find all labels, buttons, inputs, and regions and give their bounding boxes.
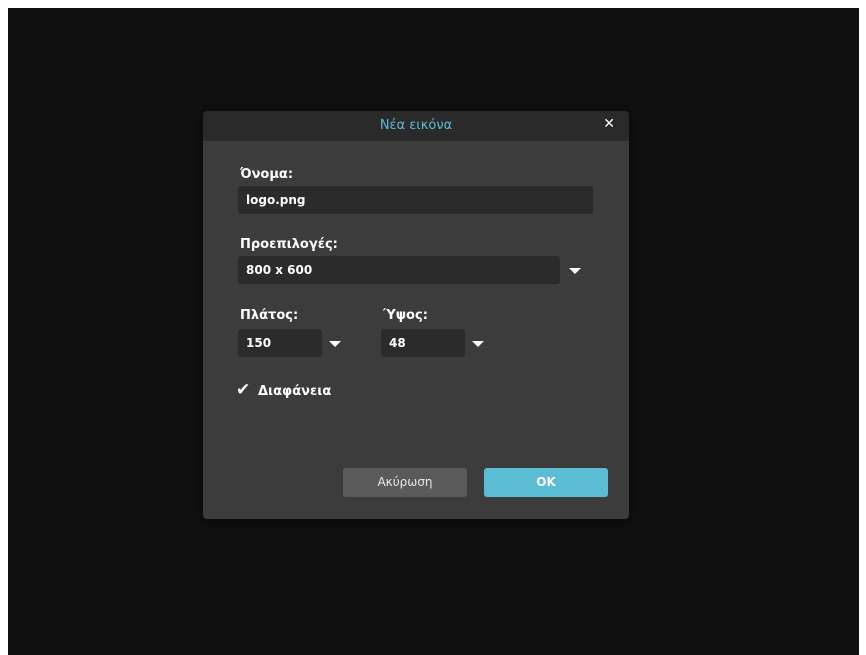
transparency-checkbox[interactable]: ✔ <box>236 380 250 400</box>
ok-button[interactable]: OK <box>484 468 608 497</box>
cancel-button[interactable]: Ακύρωση <box>343 468 467 497</box>
width-label: Πλάτος: <box>240 308 299 323</box>
presets-label: Προεπιλογές: <box>240 237 338 252</box>
height-chevron-down-icon[interactable] <box>472 341 484 347</box>
name-input[interactable]: logo.png <box>238 186 593 214</box>
transparency-label: Διαφάνεια <box>258 384 332 399</box>
width-chevron-down-icon[interactable] <box>329 341 341 347</box>
presets-select[interactable]: 800 x 600 <box>238 256 560 284</box>
height-label: Ύψος: <box>383 308 428 323</box>
close-icon[interactable]: ✕ <box>603 116 615 132</box>
height-input[interactable]: 48 <box>381 329 465 357</box>
width-input[interactable]: 150 <box>238 329 322 357</box>
new-image-dialog: Νέα εικόνα ✕ Όνομα: logo.png Προεπιλογές… <box>203 111 629 519</box>
presets-chevron-down-icon[interactable] <box>569 268 581 274</box>
name-label: Όνομα: <box>240 167 294 182</box>
dialog-title: Νέα εικόνα <box>379 118 453 133</box>
dialog-titlebar: Νέα εικόνα ✕ <box>203 111 629 141</box>
